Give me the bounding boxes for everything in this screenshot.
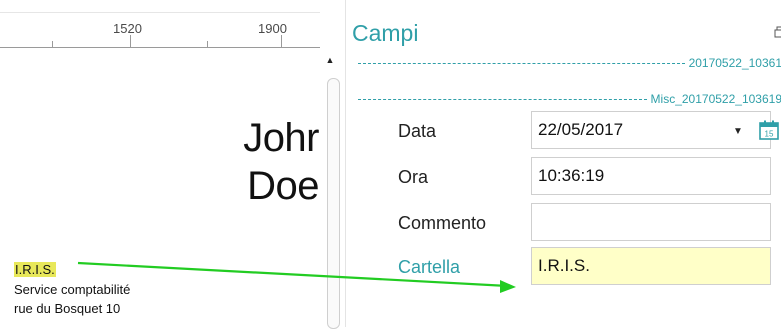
ruler-label: 1900 bbox=[258, 21, 287, 36]
fields-panel: Campi 20170522_10361 Misc_20170522_10361… bbox=[345, 0, 781, 327]
restore-window-icon[interactable] bbox=[774, 26, 781, 38]
group-divider bbox=[358, 62, 685, 64]
document-name-line: Doe bbox=[247, 164, 319, 208]
field-label-ora: Ora bbox=[398, 167, 429, 187]
document-address-line: rue du Bosquet 10 bbox=[14, 301, 121, 316]
ruler: 1520 1900 bbox=[0, 12, 320, 51]
document-name-line: Johr bbox=[243, 116, 319, 160]
vertical-scrollbar[interactable] bbox=[327, 78, 340, 329]
scroll-up-icon[interactable]: ▲ bbox=[323, 55, 337, 67]
ruler-tick bbox=[207, 41, 208, 48]
ruler-label: 1520 bbox=[113, 21, 142, 36]
ruler-tick bbox=[130, 35, 131, 48]
chevron-down-icon[interactable]: ▼ bbox=[733, 126, 743, 137]
time-field[interactable]: 10:36:19 bbox=[531, 157, 771, 195]
panel-title: Campi bbox=[352, 20, 419, 46]
document-company-highlight[interactable]: I.R.I.S. bbox=[14, 262, 56, 277]
group-label: Misc_20170522_103619 bbox=[650, 92, 781, 106]
ruler-baseline bbox=[0, 47, 320, 48]
group-divider bbox=[358, 98, 647, 100]
ruler-tick bbox=[281, 35, 282, 48]
field-label-data: Data bbox=[398, 121, 437, 141]
field-label-cartella: Cartella bbox=[398, 257, 461, 277]
calendar-icon[interactable]: 15 bbox=[758, 119, 780, 141]
ruler-tick bbox=[52, 41, 53, 48]
svg-text:15: 15 bbox=[765, 130, 774, 139]
folder-field[interactable]: I.R.I.S. bbox=[531, 247, 771, 285]
field-group-header[interactable]: Misc_20170522_103619 bbox=[358, 91, 781, 107]
comment-field[interactable] bbox=[531, 203, 771, 241]
group-label: 20170522_10361 bbox=[688, 56, 781, 70]
field-label-commento: Commento bbox=[398, 213, 487, 233]
document-preview[interactable]: 1520 1900 ▲ Johr Doe I.R.I.S. Service co… bbox=[0, 0, 345, 329]
document-address-line: Service comptabilité bbox=[14, 282, 131, 297]
field-group-header[interactable]: 20170522_10361 bbox=[358, 55, 781, 71]
